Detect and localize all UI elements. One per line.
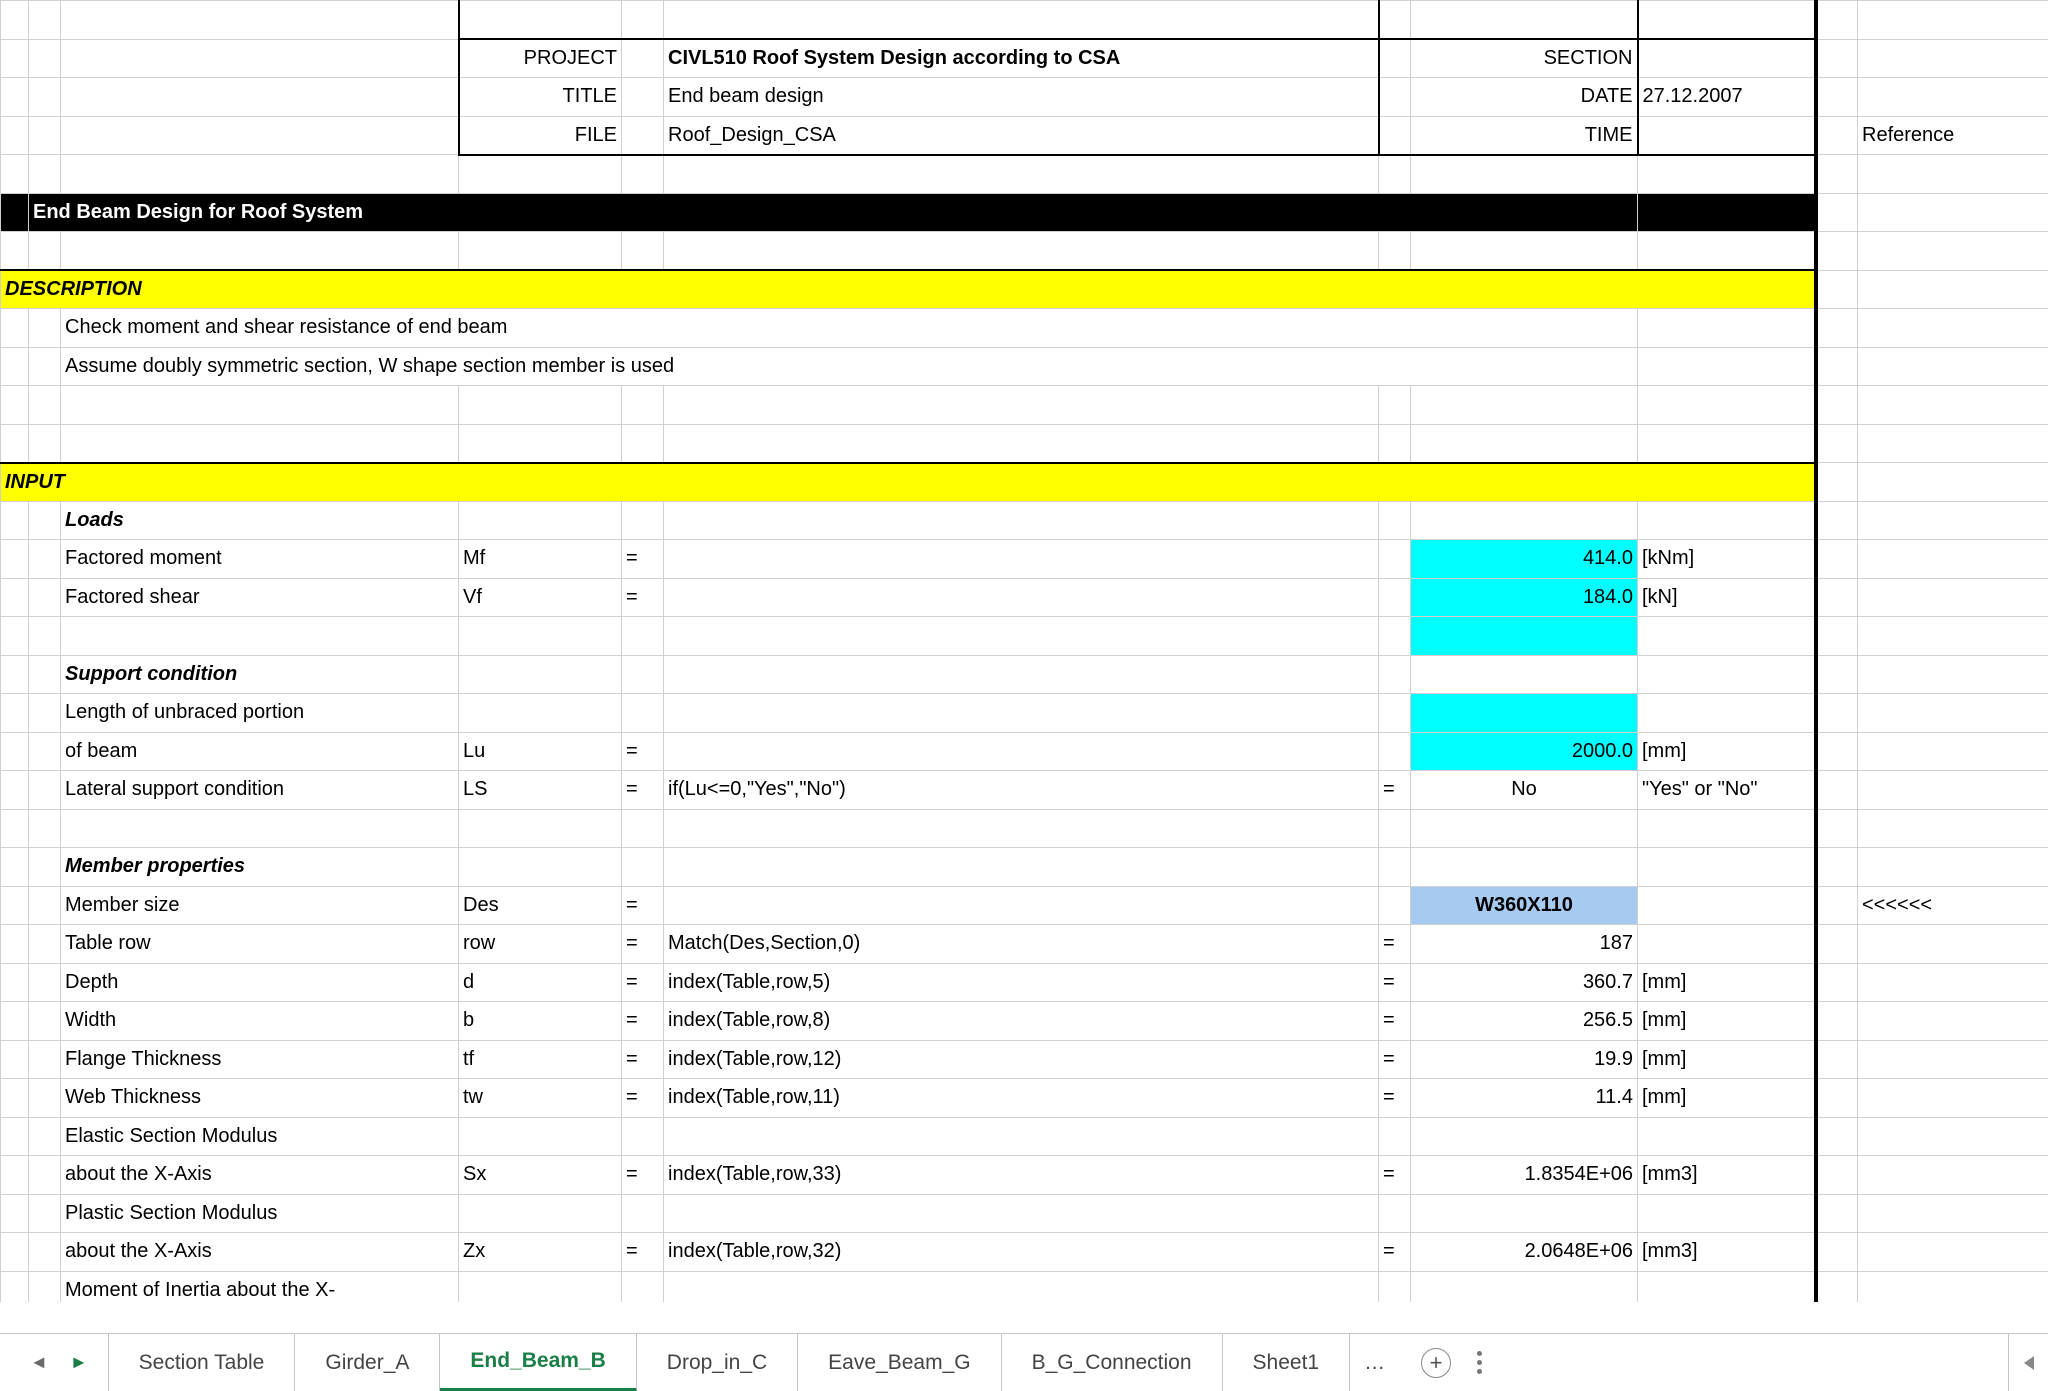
row-tw: Web Thickness tw = index(Table,row,11) =… xyxy=(1,1079,2048,1118)
value-lu[interactable]: 2000.0 xyxy=(1411,732,1638,771)
value-des[interactable]: W360X110 xyxy=(1411,886,1638,925)
row-tablerow: Table row row = Match(Des,Section,0) = 1… xyxy=(1,925,2048,964)
value-section[interactable] xyxy=(1638,39,1816,78)
label-mf: Factored moment xyxy=(61,540,459,579)
row-factored-moment: Factored moment Mf = 414.0 [kNm] xyxy=(1,540,2048,579)
value-date[interactable]: 27.12.2007 xyxy=(1638,78,1816,117)
subheading-member: Member properties xyxy=(61,848,459,887)
sheet-tab-b-g-connection[interactable]: B_G_Connection xyxy=(1002,1334,1223,1391)
sym-vf: Vf xyxy=(459,578,622,617)
unit-lu: [mm] xyxy=(1638,732,1816,771)
sheet-tab-bar: ◄ ► Section TableGirder_AEnd_Beam_BDrop_… xyxy=(0,1333,2048,1391)
label-file: FILE xyxy=(459,116,622,155)
label-section: SECTION xyxy=(1411,39,1638,78)
label-date: DATE xyxy=(1411,78,1638,117)
label-lu-2: of beam xyxy=(61,732,459,771)
value-project[interactable]: CIVL510 Roof System Design according to … xyxy=(664,39,1379,78)
label-title: TITLE xyxy=(459,78,622,117)
tab-menu-icon[interactable] xyxy=(1477,1351,1482,1374)
sheet-tab-sheet1[interactable]: Sheet1 xyxy=(1223,1334,1351,1391)
label-lu-1: Length of unbraced portion xyxy=(61,694,459,733)
label-vf: Factored shear xyxy=(61,578,459,617)
formula-ls[interactable]: if(Lu<=0,"Yes","No") xyxy=(664,771,1379,810)
sheet-tab-eave-beam-g[interactable]: Eave_Beam_G xyxy=(798,1334,1001,1391)
tab-nav-prev-icon[interactable]: ◄ xyxy=(30,1352,48,1373)
label-project: PROJECT xyxy=(459,39,622,78)
value-title[interactable]: End beam design xyxy=(664,78,1379,117)
label-reference: Reference xyxy=(1858,116,2048,155)
unit-mf: [kNm] xyxy=(1638,540,1816,579)
row-sx: about the X-Axis Sx = index(Table,row,33… xyxy=(1,1156,2048,1195)
description-line-1: Check moment and shear resistance of end… xyxy=(61,309,1638,348)
sym-lu: Lu xyxy=(459,732,622,771)
tabs-overflow-icon[interactable]: … xyxy=(1350,1351,1399,1375)
row-depth: Depth d = index(Table,row,5) = 360.7 [mm… xyxy=(1,963,2048,1002)
label-ls: Lateral support condition xyxy=(61,771,459,810)
subheading-support: Support condition xyxy=(61,655,459,694)
value-vf[interactable]: 184.0 xyxy=(1411,578,1638,617)
row-lu: of beam Lu = 2000.0 [mm] xyxy=(1,732,2048,771)
hscroll-stub[interactable] xyxy=(2008,1334,2048,1391)
value-time[interactable] xyxy=(1638,116,1816,155)
add-sheet-button[interactable]: + xyxy=(1421,1348,1451,1378)
sheet-tab-section-table[interactable]: Section Table xyxy=(108,1334,296,1391)
heading-description: DESCRIPTION xyxy=(1,270,1816,309)
value-ls[interactable]: No xyxy=(1411,771,1638,810)
unit-vf: [kN] xyxy=(1638,578,1816,617)
sym-mf: Mf xyxy=(459,540,622,579)
sheet-tab-girder-a[interactable]: Girder_A xyxy=(295,1334,440,1391)
note-des: <<<<<< xyxy=(1858,886,2048,925)
spreadsheet-grid[interactable]: PROJECT CIVL510 Roof System Design accor… xyxy=(0,0,2048,1302)
sheet-tab-drop-in-c[interactable]: Drop_in_C xyxy=(637,1334,798,1391)
row-factored-shear: Factored shear Vf = 184.0 [kN] xyxy=(1,578,2048,617)
sheet-tab-end-beam-b[interactable]: End_Beam_B xyxy=(440,1334,636,1391)
unit-ls: "Yes" or "No" xyxy=(1638,771,1816,810)
heading-input: INPUT xyxy=(1,463,1816,502)
sym-ls: LS xyxy=(459,771,622,810)
label-des: Member size xyxy=(61,886,459,925)
section-title: End Beam Design for Roof System xyxy=(29,193,1638,232)
row-tf: Flange Thickness tf = index(Table,row,12… xyxy=(1,1040,2048,1079)
row-width: Width b = index(Table,row,8) = 256.5 [mm… xyxy=(1,1002,2048,1041)
row-zx: about the X-Axis Zx = index(Table,row,32… xyxy=(1,1233,2048,1272)
value-file[interactable]: Roof_Design_CSA xyxy=(664,116,1379,155)
tab-nav-next-icon[interactable]: ► xyxy=(70,1352,88,1373)
label-time: TIME xyxy=(1411,116,1638,155)
row-des: Member size Des = W360X110 <<<<<< xyxy=(1,886,2048,925)
row-ls: Lateral support condition LS = if(Lu<=0,… xyxy=(1,771,2048,810)
sym-des: Des xyxy=(459,886,622,925)
value-mf[interactable]: 414.0 xyxy=(1411,540,1638,579)
subheading-loads: Loads xyxy=(61,501,459,540)
description-line-2: Assume doubly symmetric section, W shape… xyxy=(61,347,1638,386)
